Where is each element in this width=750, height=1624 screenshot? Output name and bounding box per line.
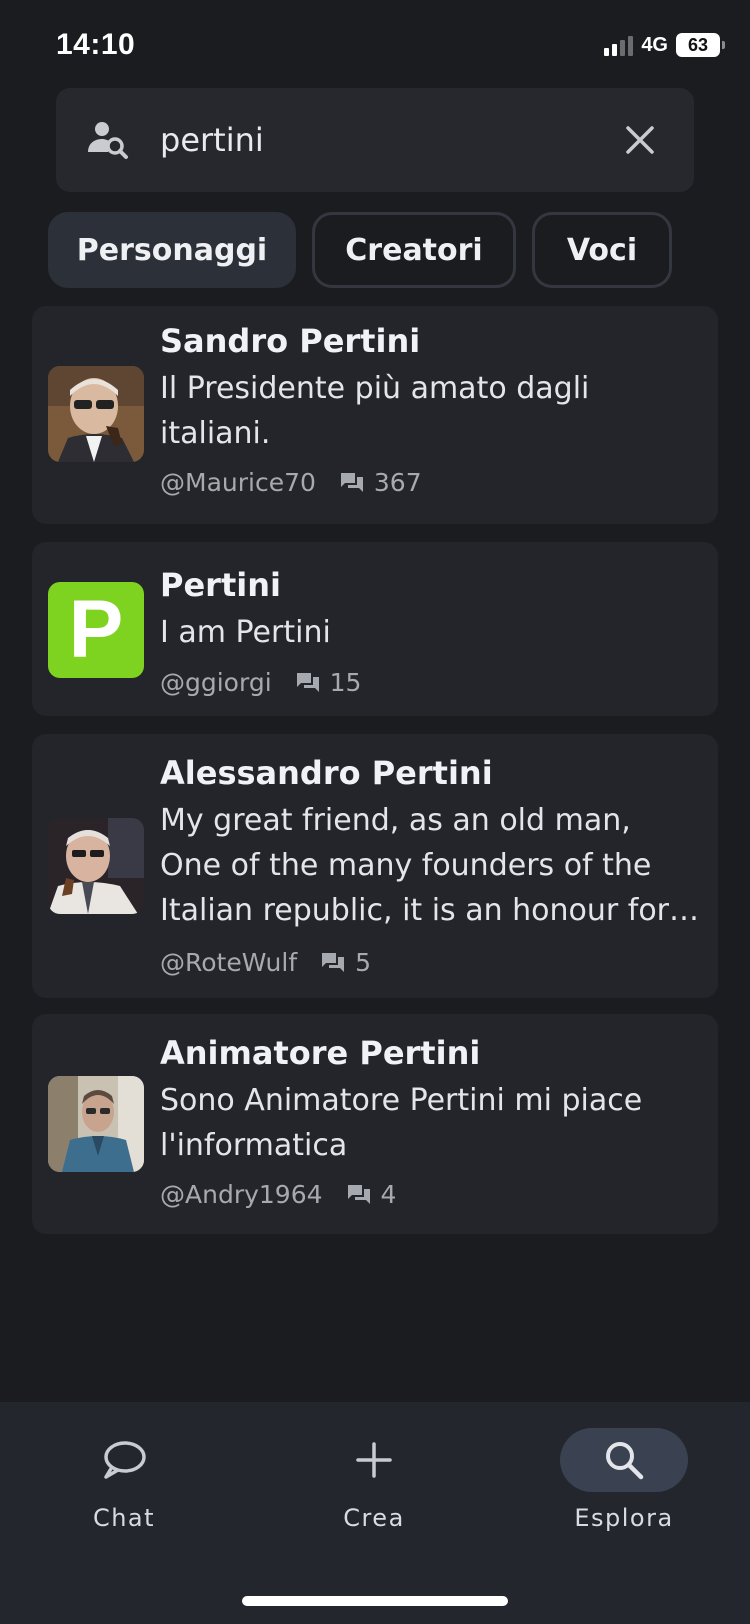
nav-create-label: Crea — [343, 1504, 405, 1532]
bottom-nav: Chat Crea Esplora — [0, 1402, 750, 1624]
nav-icon-container — [310, 1428, 438, 1492]
character-name: Alessandro Pertini — [160, 754, 493, 792]
search-bar[interactable] — [56, 88, 694, 192]
filter-chip-voci[interactable]: Voci — [532, 212, 672, 288]
character-name: Animatore Pertini — [160, 1034, 481, 1072]
author-handle[interactable]: @Maurice70 — [160, 468, 316, 497]
author-handle[interactable]: @RoteWulf — [160, 948, 297, 977]
nav-explore-label: Esplora — [574, 1504, 674, 1532]
character-description: Sono Animatore Pertini mi piace l'inform… — [160, 1083, 643, 1163]
status-time: 14:10 — [56, 28, 136, 61]
search-input[interactable] — [160, 110, 600, 170]
character-name: Pertini — [160, 566, 281, 604]
avatar-letter: P — [68, 584, 124, 675]
avatar-photo — [48, 1076, 144, 1172]
nav-icon-container — [560, 1428, 688, 1492]
filter-chip-personaggi[interactable]: Personaggi — [48, 212, 296, 288]
home-indicator[interactable] — [242, 1596, 508, 1606]
result-card-alessandro-pertini[interactable]: Alessandro Pertini My great friend, as a… — [32, 734, 718, 998]
chat-bubbles-icon — [296, 672, 319, 692]
avatar — [48, 1076, 144, 1172]
filter-chip-label: Creatori — [345, 232, 483, 268]
battery-level: 63 — [687, 34, 709, 55]
nav-explore[interactable]: Esplora — [534, 1426, 714, 1546]
result-card-sandro-pertini[interactable]: Sandro Pertini Il Presidente più amato d… — [32, 306, 718, 524]
filter-chip-label: Voci — [566, 232, 638, 268]
chat-bubbles-icon — [322, 952, 345, 972]
card-meta: @ggiorgi 15 — [160, 668, 361, 697]
card-meta: @RoteWulf 5 — [160, 948, 371, 977]
signal-icon — [604, 34, 634, 56]
battery-icon: 63 — [676, 33, 725, 57]
author-handle[interactable]: @ggiorgi — [160, 668, 272, 697]
avatar: P — [48, 582, 144, 678]
character-name: Sandro Pertini — [160, 322, 421, 360]
user-search-icon — [88, 122, 128, 159]
nav-create[interactable]: Crea — [284, 1426, 464, 1546]
network-type: 4G — [641, 33, 668, 56]
result-card-animatore-pertini[interactable]: Animatore Pertini Sono Animatore Pertini… — [32, 1014, 718, 1234]
chat-bubbles-icon — [340, 472, 363, 492]
nav-chat[interactable]: Chat — [34, 1426, 214, 1546]
character-description: I am Pertini — [160, 615, 331, 650]
plus-icon — [356, 1442, 392, 1478]
screen: 14:10 4G 63 Personagg — [0, 0, 750, 1624]
character-description: My great friend, as an old man, One of t… — [160, 803, 670, 928]
character-description: Il Presidente più amato dagli italiani. — [160, 371, 590, 451]
result-card-pertini[interactable]: P Pertini I am Pertini @ggiorgi 15 — [32, 542, 718, 716]
avatar — [48, 366, 144, 462]
filter-chip-label: Personaggi — [76, 232, 268, 268]
avatar — [48, 818, 144, 914]
chat-bubbles-icon — [347, 1184, 370, 1204]
close-icon[interactable] — [622, 122, 658, 158]
chat-count: 15 — [329, 668, 362, 697]
nav-icon-container — [60, 1428, 188, 1492]
magnifier-icon — [606, 1442, 644, 1480]
avatar-photo — [48, 818, 144, 914]
nav-chat-label: Chat — [92, 1504, 156, 1532]
speech-bubble-icon — [104, 1441, 146, 1479]
card-meta: @Maurice70 367 — [160, 468, 422, 497]
chat-count: 367 — [373, 468, 422, 497]
chat-count: 5 — [355, 948, 372, 977]
card-meta: @Andry1964 4 — [160, 1180, 396, 1209]
status-bar: 14:10 4G 63 — [0, 0, 750, 90]
author-handle[interactable]: @Andry1964 — [160, 1180, 323, 1209]
filter-chip-creatori[interactable]: Creatori — [312, 212, 516, 288]
chat-count: 4 — [380, 1180, 397, 1209]
avatar-photo — [48, 366, 144, 462]
status-indicators: 4G 63 — [604, 32, 725, 58]
